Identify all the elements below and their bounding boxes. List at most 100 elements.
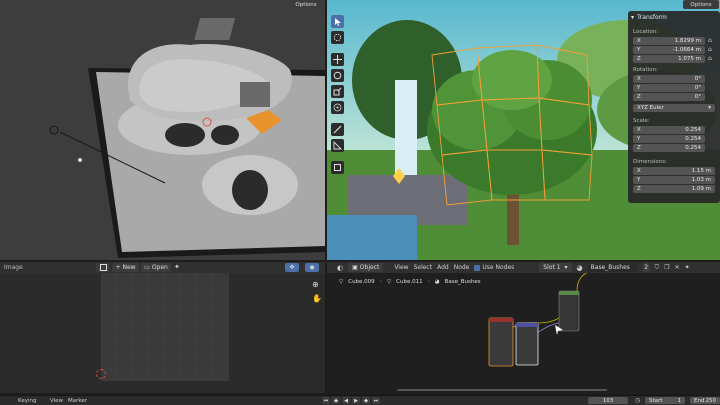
ruler-icon [333, 141, 342, 150]
uv-cursor-icon[interactable] [96, 369, 106, 379]
play-reverse-icon[interactable]: ◀ [342, 397, 350, 404]
transform-panel: ▾ Transform Location: X 1.8299 m Y -1.0664… [628, 11, 720, 203]
plus-icon: + [115, 264, 121, 271]
rotation-z-field[interactable]: Z 0° [633, 93, 705, 101]
chevron-down-icon: ▾ [631, 14, 635, 21]
node-editor-scrollbar[interactable] [397, 389, 607, 391]
scale-icon [333, 87, 342, 96]
playback-controls: ⏮ ◆ ◀ ▶ ◆ ⏭ [322, 397, 380, 404]
shader-editor: ◐ ▣ Object View Select Add Node Use Nodes… [327, 262, 720, 393]
menu-select[interactable]: Select [414, 264, 433, 271]
measure-tool[interactable] [331, 139, 344, 152]
use-nodes-checkbox[interactable]: Use Nodes [474, 264, 514, 271]
menu-view[interactable]: View [394, 264, 408, 271]
image-editor: Image + New ▭ Open ✦ ✥ ◉ ⊕ ✋ [0, 262, 325, 393]
rotation-fields: X 0° Y 0° Z 0° [633, 75, 705, 101]
play-icon[interactable]: ▶ [352, 397, 360, 404]
pin-icon[interactable]: ✦ [174, 263, 180, 271]
end-frame-field[interactable]: End 250 [690, 397, 720, 404]
material-name-field[interactable]: Base_Bushes [587, 263, 638, 272]
viewport-solid[interactable]: Options [0, 0, 325, 260]
scale-fields: X 0.254 Y 0.254 Z 0.254 [633, 126, 705, 152]
current-frame-field[interactable]: 103 [588, 397, 628, 404]
pan-hand-icon[interactable]: ✋ [312, 294, 322, 303]
cursor-tool[interactable] [331, 31, 344, 44]
menu-node[interactable]: Node [454, 264, 470, 271]
open-image-button[interactable]: ▭ Open [141, 263, 171, 272]
shader-editor-header: ◐ ▣ Object View Select Add Node Use Nodes… [327, 262, 720, 273]
scale-tool[interactable] [331, 85, 344, 98]
clock-icon[interactable]: ◷ [635, 397, 640, 404]
transform-tool[interactable] [331, 101, 344, 114]
material-users-count[interactable]: 2 [642, 263, 650, 272]
slot-select[interactable]: Slot 1 ▾ [539, 263, 572, 272]
dimension-z-field[interactable]: Z 1.09 m [633, 185, 715, 193]
cursor-target-icon [333, 33, 342, 42]
dimension-y-field[interactable]: Y 1.03 m [633, 176, 715, 184]
image-icon [99, 264, 107, 271]
rotate-tool[interactable] [331, 69, 344, 82]
pin-icon[interactable]: ✦ [685, 264, 690, 271]
zoom-icon[interactable]: ⊕ [312, 280, 319, 289]
dimension-fields: X 1.15 m Y 1.03 m Z 1.09 m [633, 167, 715, 193]
options-label-right: Options [690, 1, 712, 8]
add-cube-tool[interactable] [331, 161, 344, 174]
location-z-field[interactable]: Z 1.075 m [633, 55, 705, 63]
select-box-tool[interactable] [331, 15, 344, 28]
rotation-mode-select[interactable]: XYZ Euler ▾ [633, 104, 715, 112]
chevron-down-icon: ▾ [708, 105, 711, 111]
image-browse-button[interactable] [96, 263, 110, 272]
image-texture-node [488, 317, 514, 367]
node-graph[interactable] [327, 273, 720, 393]
uv-grid [101, 273, 229, 381]
menu-add[interactable]: Add [437, 264, 449, 271]
scale-x-field[interactable]: X 0.254 [633, 126, 705, 134]
annotate-tool[interactable] [331, 123, 344, 136]
move-arrows-icon [333, 55, 342, 64]
location-x-field[interactable]: X 1.8299 m [633, 37, 705, 45]
checkbox-checked-icon [474, 264, 481, 271]
rotation-y-field[interactable]: Y 0° [633, 84, 705, 92]
dimension-x-field[interactable]: X 1.15 m [633, 167, 715, 175]
next-key-icon[interactable]: ◆ [362, 397, 370, 404]
options-button-right[interactable]: Options [683, 0, 719, 9]
overlay-toggle-button[interactable]: ◉ [305, 263, 319, 272]
jump-start-icon[interactable]: ⏮ [322, 397, 330, 404]
timeline-bar: Keying View Marker ⏮ ◆ ◀ ▶ ◆ ⏭ 103 ◷ Sta… [0, 395, 720, 405]
chevron-down-icon: ▾ [564, 264, 568, 271]
material-sphere-icon[interactable]: ◕ [577, 264, 583, 272]
fake-user-shield-icon[interactable]: ⛉ [655, 264, 660, 272]
rotation-x-field[interactable]: X 0° [633, 75, 705, 83]
location-y-field[interactable]: Y -1.0664 m [633, 46, 705, 54]
prev-key-icon[interactable]: ◆ [332, 397, 340, 404]
delete-x-icon[interactable]: ✕ [675, 264, 680, 271]
start-frame-field[interactable]: Start 1 [645, 397, 685, 404]
editor-type-icon[interactable]: ◐ [337, 264, 343, 272]
lock-icon[interactable]: ⌂ [708, 37, 712, 45]
duplicate-icon[interactable]: ❐ [664, 264, 669, 271]
new-image-button[interactable]: + New [112, 263, 139, 272]
scale-z-field[interactable]: Z 0.254 [633, 144, 705, 152]
options-label-left: Options [295, 1, 317, 8]
image-mode-label: Image [4, 264, 23, 271]
transform-panel-header[interactable]: ▾ Transform [631, 14, 667, 21]
viewport-rendered[interactable]: Options ▾ Transform Location: X 1.8299 m … [327, 0, 720, 260]
scale-y-field[interactable]: Y 0.254 [633, 135, 705, 143]
menu-marker[interactable]: Marker [68, 398, 87, 404]
lock-icon[interactable]: ⌂ [708, 55, 712, 63]
menu-view[interactable]: View [50, 398, 63, 404]
solid-scene [49, 18, 325, 258]
transform-title: Transform [637, 14, 667, 21]
options-button-left[interactable]: Options [289, 0, 323, 9]
lock-icon[interactable]: ⌂ [708, 46, 712, 54]
folder-icon: ▭ [144, 264, 150, 271]
jump-end-icon[interactable]: ⏭ [372, 397, 380, 404]
move-tool[interactable] [331, 53, 344, 66]
object-mode-select[interactable]: ▣ Object [348, 263, 384, 272]
scale-label: Scale: [633, 118, 650, 124]
location-fields: X 1.8299 m Y -1.0664 m Z 1.075 m [633, 37, 705, 63]
dimensions-label: Dimensions: [633, 159, 667, 165]
transform-icon [333, 103, 342, 112]
gizmo-toggle-button[interactable]: ✥ [285, 263, 299, 272]
menu-keying[interactable]: Keying [18, 398, 36, 404]
